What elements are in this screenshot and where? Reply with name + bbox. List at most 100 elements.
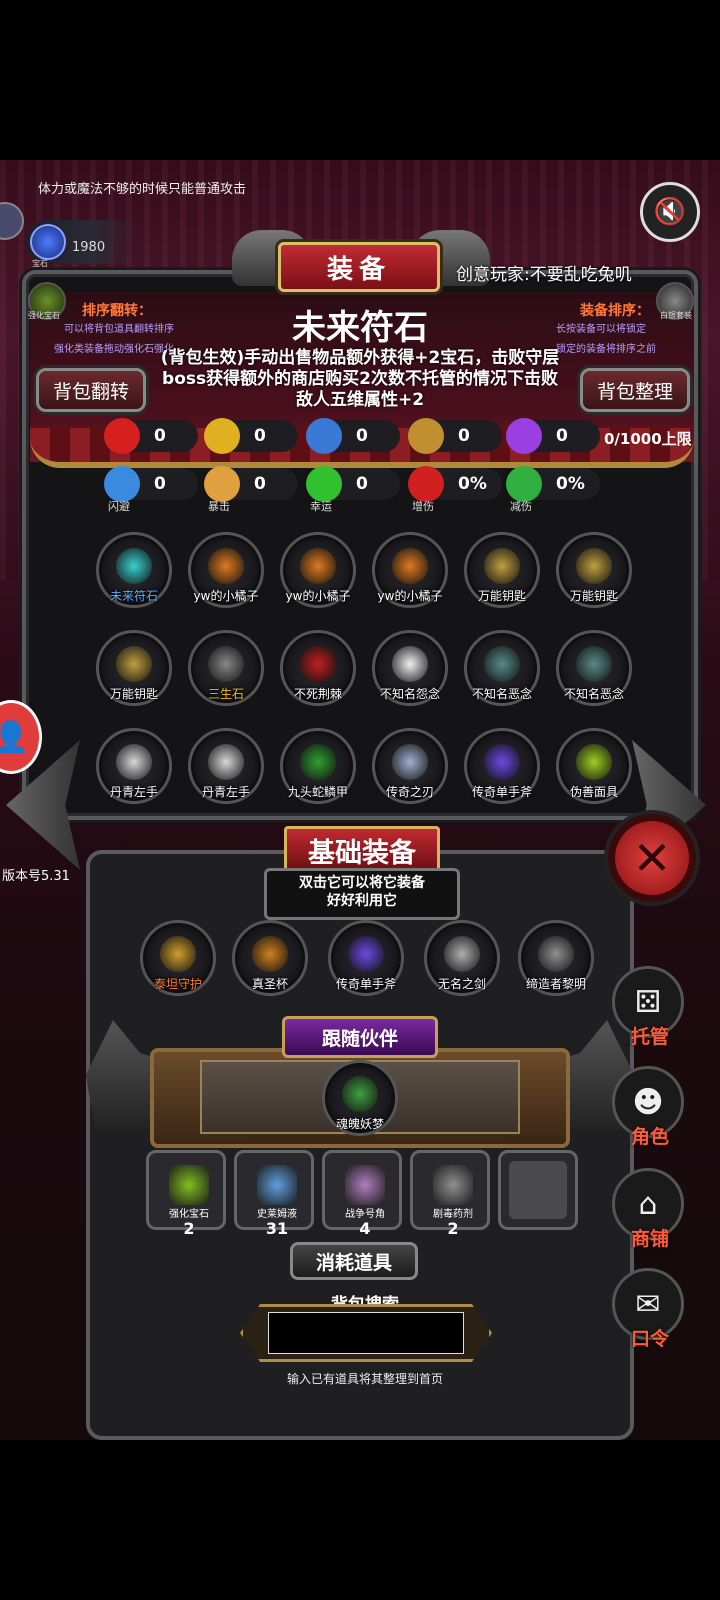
game-area: 体力或魔法不够的时候只能普通攻击 🔇 1980 宝石 装备 创意玩家:不要乱吃兔… — [0, 160, 720, 1440]
inventory-slot[interactable]: 万能钥匙 — [96, 630, 172, 706]
mute-button[interactable]: 🔇 — [640, 182, 700, 242]
consumable-slot[interactable]: 强化宝石 2 — [146, 1150, 226, 1238]
swords-icon — [408, 466, 444, 502]
scroll-icon: ✉ — [635, 1286, 661, 1322]
companion-slot[interactable]: 魂魄妖梦 — [322, 1060, 398, 1136]
bag-search-input[interactable] — [268, 1312, 464, 1354]
lyre-icon — [408, 418, 444, 454]
consumable-slot-empty[interactable] — [498, 1150, 578, 1230]
helmet-icon — [306, 418, 342, 454]
stat-value: 0 — [154, 426, 166, 446]
inventory-slot[interactable]: 不知名恶念 — [556, 630, 632, 706]
consumable-label: 战争号角 — [345, 1209, 385, 1220]
item-icon — [300, 548, 336, 584]
inventory-slot[interactable]: 不知名恶念 — [464, 630, 540, 706]
stat-value: 0 — [254, 474, 266, 494]
sort-equip-desc: 锁定的装备将排序之前 — [556, 344, 656, 355]
stat-label: 幸运 — [310, 500, 332, 513]
basic-equipment-slot[interactable]: 泰坦守护 — [140, 920, 216, 996]
companion-title: 跟随伙伴 — [282, 1016, 438, 1058]
consumable-slot[interactable]: 史莱姆液 31 — [234, 1150, 314, 1238]
stat-label: 闪避 — [108, 500, 130, 513]
consumable-label: 强化宝石 — [169, 1209, 209, 1220]
item-label: 传奇之刃 — [385, 785, 434, 799]
flip-bag-button[interactable]: 背包翻转 — [36, 368, 146, 412]
basic-equipment-slot[interactable]: 缔造者黎明 — [518, 920, 594, 996]
item-icon — [116, 548, 152, 584]
stat-item: 0 — [204, 418, 300, 454]
inventory-slot[interactable]: 传奇之刃 — [372, 728, 448, 804]
item-icon — [392, 548, 428, 584]
inventory-slot[interactable]: 万能钥匙 — [464, 532, 540, 608]
item-label: 伪善面具 — [569, 785, 618, 799]
shield-icon — [506, 466, 542, 502]
item-icon — [576, 646, 612, 682]
inventory-slot[interactable]: 丹青左手 — [96, 728, 172, 804]
basic-equipment-slot[interactable]: 传奇单手斧 — [328, 920, 404, 996]
inventory-slot[interactable]: 不知名怨念 — [372, 630, 448, 706]
inventory-slot[interactable]: yw的小橘子 — [188, 532, 264, 608]
stat-item: 0 幸运 — [306, 466, 402, 513]
equipment-icon — [538, 936, 574, 972]
shop-icon: ⌂ — [638, 1186, 658, 1222]
consumable-slot[interactable]: 剧毒药剂 2 — [410, 1150, 490, 1238]
companion-portrait-icon — [342, 1076, 378, 1112]
stat-item: 0 — [506, 418, 602, 454]
basic-equipment-slot[interactable]: 无名之剑 — [424, 920, 500, 996]
inventory-slot[interactable]: 伪善面具 — [556, 728, 632, 804]
inventory-slot[interactable]: yw的小橘子 — [372, 532, 448, 608]
item-icon — [392, 646, 428, 682]
gem-icon — [30, 224, 66, 260]
item-label: 不知名恶念 — [563, 687, 624, 701]
selected-item-name: 未来符石 — [292, 308, 428, 348]
stat-item: 0% 增伤 — [408, 466, 504, 513]
item-icon — [392, 744, 428, 780]
basic-equipment-slot[interactable]: 真圣杯 — [232, 920, 308, 996]
stat-item: 0 暴击 — [204, 466, 300, 513]
item-label: yw的小橘子 — [377, 589, 443, 603]
gem-count: 1980 — [72, 240, 106, 255]
item-label: 九头蛇鳞甲 — [287, 785, 348, 799]
consumable-count: 2 — [447, 1219, 459, 1238]
stat-label: 暴击 — [208, 500, 230, 513]
sort-flip-desc: 强化类装备拖动强化石强化 — [54, 344, 174, 355]
equipment-icon — [252, 936, 288, 972]
stat-value: 0 — [556, 426, 568, 446]
inventory-slot[interactable]: 三生石 — [188, 630, 264, 706]
inventory-slot[interactable]: 传奇单手斧 — [464, 728, 540, 804]
item-label: 不知名恶念 — [471, 687, 532, 701]
basic-equipment-hint: 好好利用它 — [327, 893, 397, 909]
page-title: 装备 — [278, 242, 440, 292]
sort-equip-desc: 长按装备可以将锁定 — [556, 324, 646, 335]
inventory-slot[interactable]: 丹青左手 — [188, 728, 264, 804]
consumable-slot[interactable]: 战争号角 4 — [322, 1150, 402, 1238]
sort-flip-desc: 可以将背包道具翻转排序 — [64, 324, 174, 335]
item-label: 丹青左手 — [201, 785, 250, 799]
item-icon — [300, 646, 336, 682]
item-icon — [576, 548, 612, 584]
inventory-slot[interactable]: yw的小橘子 — [280, 532, 356, 608]
dice-icon: ⚄ — [634, 984, 662, 1020]
item-label: yw的小橘子 — [193, 589, 259, 603]
close-button[interactable]: ✕ — [604, 810, 700, 906]
item-label: 传奇单手斧 — [471, 785, 532, 799]
item-label: 万能钥匙 — [109, 687, 158, 701]
side-menu-label: 商铺 — [630, 1228, 669, 1250]
top-letterbox — [0, 0, 720, 160]
item-icon — [116, 744, 152, 780]
item-icon — [576, 744, 612, 780]
stat-label: 减伤 — [510, 500, 532, 513]
inventory-slot[interactable]: 未来符石 — [96, 532, 172, 608]
clover-icon — [306, 466, 342, 502]
equipment-icon — [348, 936, 384, 972]
stat-value: 0% — [556, 474, 585, 494]
inventory-slot[interactable]: 九头蛇鳞甲 — [280, 728, 356, 804]
crit-icon — [204, 466, 240, 502]
item-label: 万能钥匙 — [477, 589, 526, 603]
equipment-label: 缔造者黎明 — [525, 977, 586, 991]
sort-bag-button[interactable]: 背包整理 — [580, 368, 690, 412]
inventory-slot[interactable]: 万能钥匙 — [556, 532, 632, 608]
creator-credit: 创意玩家:不要乱吃兔叽 — [456, 265, 632, 285]
attribute-limit: 0/1000上限 — [604, 430, 692, 448]
inventory-slot[interactable]: 不死荆棘 — [280, 630, 356, 706]
